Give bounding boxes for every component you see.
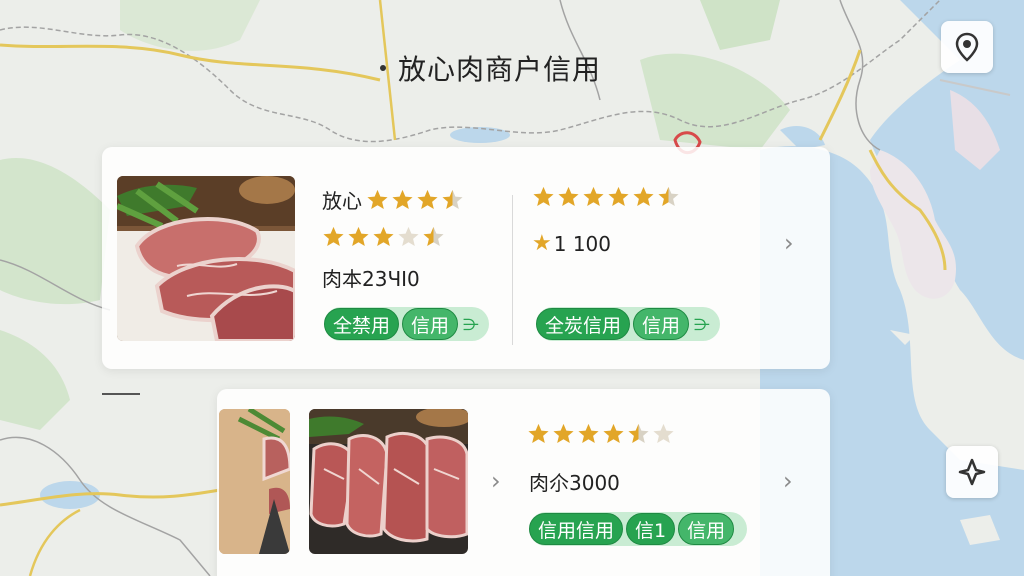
chevron-right-icon[interactable]: › bbox=[491, 467, 501, 495]
merchant-name: 放心 bbox=[322, 189, 362, 213]
star-icon bbox=[603, 423, 624, 443]
rating-stars bbox=[322, 225, 445, 248]
star-icon bbox=[553, 423, 574, 443]
credit-badge: 全禁用 bbox=[324, 308, 400, 340]
title-bullet bbox=[380, 65, 386, 71]
star-icon bbox=[417, 189, 438, 209]
meat-photo bbox=[219, 409, 290, 554]
star-icon bbox=[608, 186, 629, 206]
credit-badge: 全炭信用 bbox=[536, 308, 631, 340]
star-icon bbox=[583, 186, 604, 206]
rating-row bbox=[527, 422, 675, 445]
location-pin-icon bbox=[955, 32, 979, 62]
merchant-code: 肉尒3000 bbox=[529, 471, 620, 495]
credit-badge: 信用 bbox=[402, 308, 459, 340]
merchant-code-row: 肉本23ЧІ0 bbox=[322, 263, 420, 292]
credit-badges: 信用信用 信1 信用 bbox=[529, 512, 748, 546]
location-button[interactable] bbox=[941, 21, 993, 73]
star-icon bbox=[578, 423, 599, 443]
star-half-icon bbox=[442, 189, 463, 209]
star-icon bbox=[367, 189, 388, 209]
score-star-icon: ★ bbox=[532, 231, 552, 256]
page-title: 放心肉商户信用 bbox=[380, 48, 601, 88]
star-icon bbox=[633, 186, 654, 206]
star-icon bbox=[558, 186, 579, 206]
merchant-card[interactable]: › 肉尒3000 信用信用 信1 信用 › bbox=[217, 389, 830, 576]
page-title-text: 放心肉商户信用 bbox=[398, 53, 602, 86]
score-row: ★ 1 100 bbox=[532, 231, 611, 256]
compass-button[interactable] bbox=[946, 446, 998, 498]
merchant-card[interactable]: 放心 肉本23ЧІ0 全禁用 信用 ⋺ ★ 1 100 全炭信用 信用 ⋺ › bbox=[102, 147, 830, 369]
rating-row-right bbox=[532, 185, 680, 208]
star-icon bbox=[392, 189, 413, 209]
side-divider bbox=[102, 393, 140, 395]
meat-photo bbox=[309, 409, 468, 554]
star-empty-icon bbox=[653, 423, 674, 443]
rating-stars bbox=[527, 422, 675, 445]
rating-row-2 bbox=[322, 225, 445, 248]
star-half-icon bbox=[658, 186, 679, 206]
star-icon bbox=[533, 186, 554, 206]
credit-badge: 信用 bbox=[633, 308, 690, 340]
meat-photo bbox=[117, 176, 295, 341]
score-value: 1 100 bbox=[553, 231, 611, 256]
star-half-icon bbox=[628, 423, 649, 443]
column-divider bbox=[512, 195, 513, 345]
credit-badges: 全炭信用 信用 ⋺ bbox=[536, 307, 721, 341]
merchant-code-row: 肉尒3000 bbox=[529, 467, 620, 496]
star-icon bbox=[323, 226, 344, 246]
rating-stars bbox=[366, 188, 464, 211]
star-empty-icon bbox=[398, 226, 419, 246]
merchant-name-row: 放心 bbox=[322, 185, 464, 214]
chevron-right-icon[interactable]: › bbox=[783, 467, 793, 495]
star-half-icon bbox=[423, 226, 444, 246]
credit-badge: 信1 bbox=[626, 513, 676, 545]
credit-badge: 信用 bbox=[678, 513, 735, 545]
star-icon bbox=[528, 423, 549, 443]
compass-icon bbox=[958, 458, 986, 486]
badge-more-icon: ⋺ bbox=[463, 314, 480, 334]
chevron-right-icon[interactable]: › bbox=[784, 229, 794, 257]
star-icon bbox=[348, 226, 369, 246]
credit-badge: 信用信用 bbox=[529, 513, 624, 545]
credit-badges: 全禁用 信用 ⋺ bbox=[324, 307, 490, 341]
badge-more-icon: ⋺ bbox=[694, 314, 711, 334]
rating-stars bbox=[532, 185, 680, 208]
merchant-code: 肉本23ЧІ0 bbox=[322, 267, 420, 291]
star-icon bbox=[373, 226, 394, 246]
